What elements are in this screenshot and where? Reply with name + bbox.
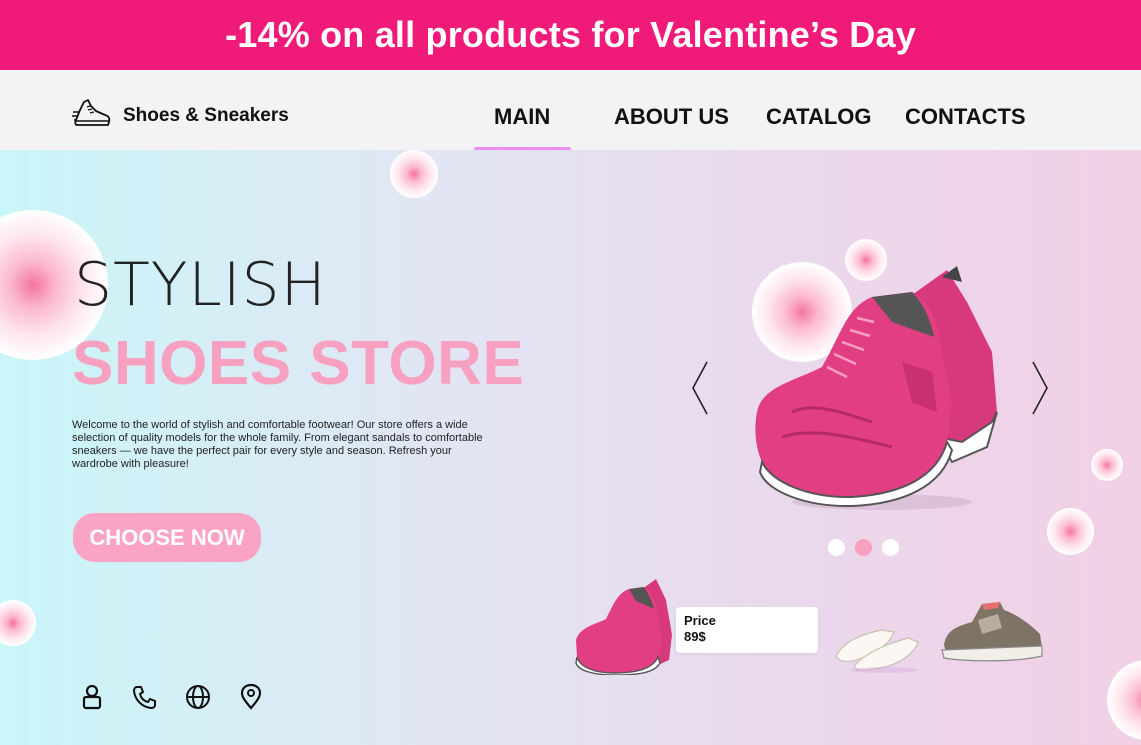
hero-heading-line1: STYLISH bbox=[74, 250, 327, 320]
carousel-dot-2[interactable] bbox=[855, 539, 872, 556]
globe-icon[interactable] bbox=[184, 683, 212, 711]
decor-bubble bbox=[1091, 449, 1123, 481]
price-value: 89$ bbox=[684, 629, 706, 644]
nav-catalog[interactable]: CATALOG bbox=[766, 104, 872, 130]
chevron-right-icon[interactable] bbox=[1030, 360, 1050, 416]
product-thumb-pink-sneaker[interactable] bbox=[574, 575, 674, 675]
footer-icon-row bbox=[78, 683, 290, 711]
featured-sneaker-image bbox=[755, 266, 998, 510]
user-icon[interactable] bbox=[78, 683, 106, 711]
product-thumb-white-flats[interactable] bbox=[832, 612, 922, 674]
chevron-left-icon[interactable] bbox=[690, 360, 710, 416]
product-thumb-grey-sneaker[interactable] bbox=[938, 600, 1046, 666]
carousel-dot-3[interactable] bbox=[882, 539, 899, 556]
carousel-dot-1[interactable] bbox=[828, 539, 845, 556]
hero-section: STYLISH SHOES STORE Welcome to the world… bbox=[0, 150, 1141, 745]
brand-name: Shoes & Sneakers bbox=[123, 105, 289, 126]
choose-now-button[interactable]: CHOOSE NOW bbox=[73, 513, 261, 562]
price-label: Price bbox=[684, 613, 716, 628]
nav-about-us[interactable]: ABOUT US bbox=[614, 104, 729, 130]
hero-description: Welcome to the world of stylish and comf… bbox=[72, 419, 483, 470]
promo-banner: -14% on all products for Valentine’s Day bbox=[0, 0, 1141, 70]
brand-logo[interactable]: Shoes & Sneakers bbox=[72, 99, 289, 132]
promo-text: -14% on all products for Valentine’s Day bbox=[225, 14, 916, 55]
decor-bubble bbox=[1047, 508, 1094, 555]
running-shoe-icon bbox=[72, 99, 111, 126]
location-pin-icon[interactable] bbox=[237, 683, 265, 711]
site-header: Shoes & Sneakers MAIN ABOUT US CATALOG C… bbox=[0, 70, 1141, 152]
price-card: Price 89$ bbox=[676, 607, 818, 653]
decor-bubble bbox=[390, 150, 438, 198]
nav-main[interactable]: MAIN bbox=[494, 104, 550, 130]
phone-icon[interactable] bbox=[131, 683, 159, 711]
decor-bubble bbox=[1107, 660, 1141, 740]
hero-heading-line2: SHOES STORE bbox=[72, 329, 525, 398]
nav-contacts[interactable]: CONTACTS bbox=[905, 104, 1026, 130]
carousel-dots bbox=[828, 539, 909, 556]
decor-bubble bbox=[0, 600, 36, 646]
